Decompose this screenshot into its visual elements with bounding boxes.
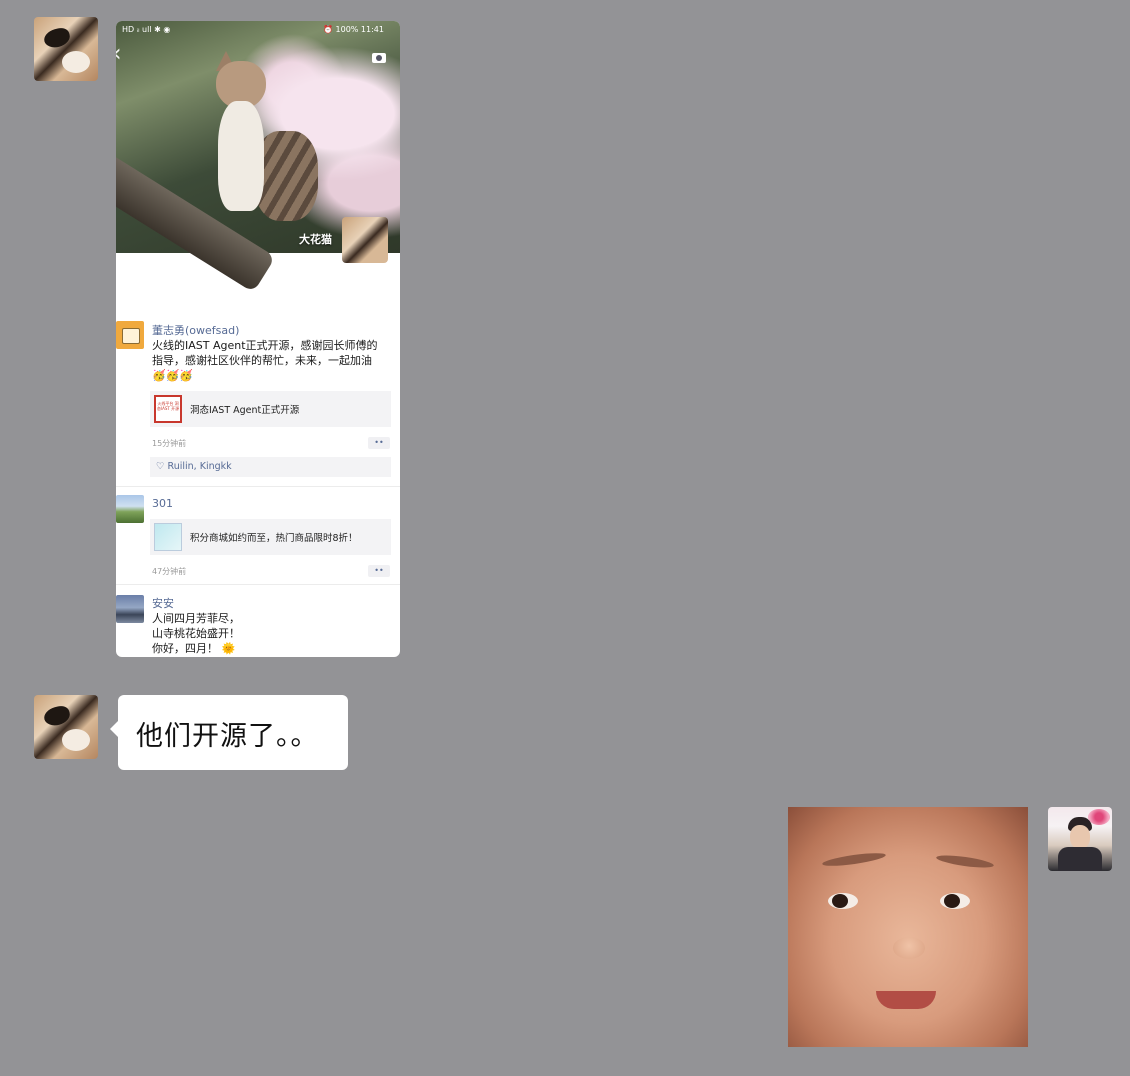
baby-face-sticker[interactable]: [788, 807, 1028, 1047]
contact-avatar[interactable]: [34, 695, 98, 759]
post-divider: [116, 486, 400, 487]
more-icon: ••: [368, 437, 390, 449]
post-text-line: 山寺桃花始盛开！: [152, 627, 240, 640]
nose: [893, 937, 925, 959]
post-link-card: 火线平台 洞态IAST 开源 洞态IAST Agent正式开源: [150, 391, 391, 427]
post-time: 47分钟前: [152, 567, 187, 576]
post-text-line: 人间四月芳菲尽，: [152, 612, 240, 625]
link-thumbnail: [154, 523, 182, 551]
mouth: [876, 991, 936, 1009]
more-icon: ••: [368, 565, 390, 577]
post-author-avatar: [116, 495, 144, 523]
moments-cover-photo: HD ᵢₗ ull ✱ ◉ ⏰ 100% 11:41 ‹ 大花猫: [116, 21, 400, 293]
camera-icon: [372, 53, 386, 63]
right-eye: [940, 893, 970, 909]
link-thumbnail: 火线平台 洞态IAST 开源: [154, 395, 182, 423]
back-arrow-icon: ‹: [116, 41, 122, 65]
post-text-line: 你好，四月！ 🌞: [152, 642, 236, 655]
left-eye: [828, 893, 858, 909]
post-text: 火线的IAST Agent正式开源，感谢园长师傅的指导，感谢社区伙伴的帮忙，未来…: [152, 339, 378, 382]
post-author-avatar: [116, 595, 144, 623]
post-likes: ♡ Ruilin, Kingkk: [150, 457, 391, 477]
link-title: 洞态IAST Agent正式开源: [190, 405, 300, 416]
contact-avatar[interactable]: [34, 17, 98, 81]
post-link-card: 积分商城如约而至，热门商品限时8折！: [150, 519, 391, 555]
cover-user-name: 大花猫: [299, 233, 332, 246]
post-divider: [116, 584, 400, 585]
post-author-avatar: [116, 321, 144, 349]
post-author-name: 董志勇(owefsad): [152, 324, 240, 337]
post-author-name: 安安: [152, 597, 174, 610]
status-time: ⏰ 100% 11:41: [323, 25, 384, 34]
post-time: 15分钟前: [152, 439, 187, 448]
cat-photo: [204, 51, 324, 241]
self-avatar[interactable]: [1048, 807, 1112, 871]
message-bubble[interactable]: 他们开源了。。: [110, 695, 348, 770]
status-left-icons: HD ᵢₗ ull ✱ ◉: [122, 25, 171, 34]
message-text: 他们开源了。。: [136, 721, 319, 752]
link-title: 积分商城如约而至，热门商品限时8折！: [190, 533, 358, 544]
shared-screenshot-image[interactable]: HD ᵢₗ ull ✱ ◉ ⏰ 100% 11:41 ‹ 大花猫 董志勇(owe…: [116, 21, 400, 657]
left-brow: [821, 850, 887, 869]
cover-user-avatar: [342, 217, 388, 263]
right-brow: [935, 853, 995, 870]
likes-text: ♡ Ruilin, Kingkk: [156, 461, 232, 472]
status-bar: HD ᵢₗ ull ✱ ◉ ⏰ 100% 11:41: [116, 25, 400, 39]
post-author-name: 301: [152, 497, 173, 510]
